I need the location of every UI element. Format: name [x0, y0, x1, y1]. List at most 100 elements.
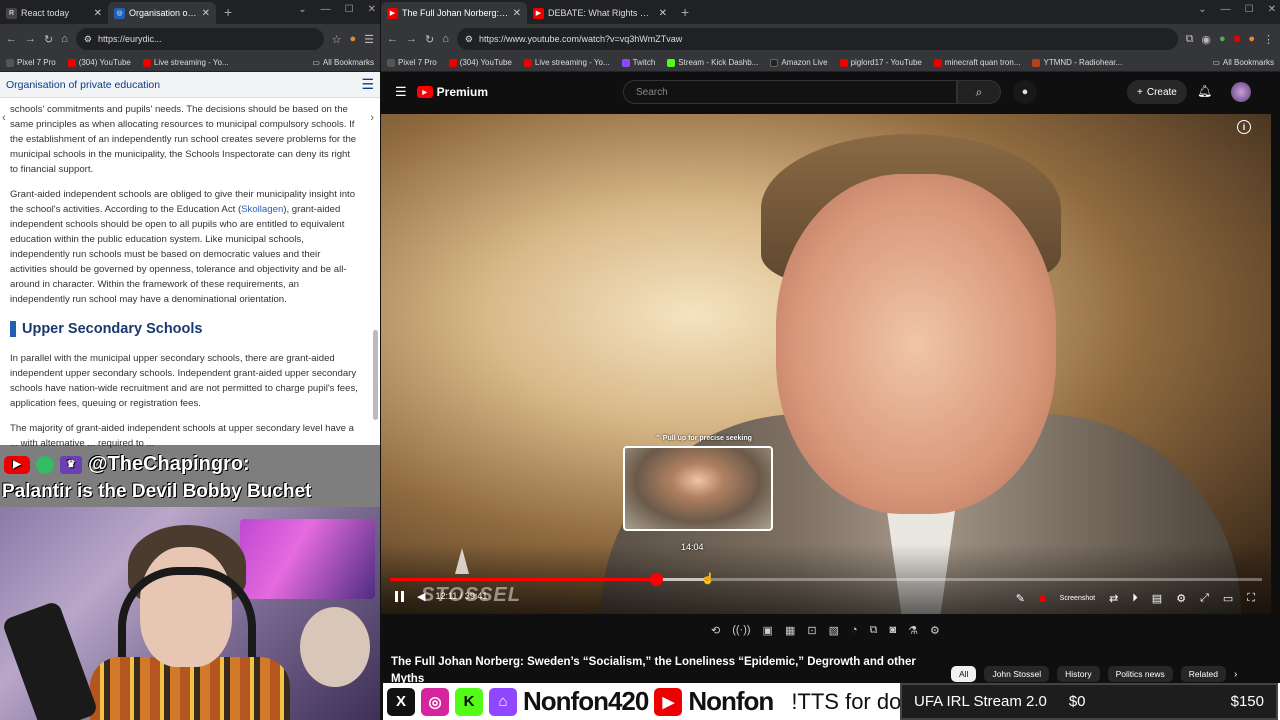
fullscreen-icon[interactable]: ⛶	[1247, 592, 1255, 605]
forward-icon[interactable]: →	[406, 33, 417, 45]
close-tab-icon[interactable]: ✕	[202, 8, 210, 19]
page-scrollbar[interactable]	[373, 330, 378, 420]
forward-icon[interactable]: →	[25, 33, 36, 45]
bookmark-item[interactable]: Stream - Kick Dashb...	[667, 58, 758, 67]
bookmark-item[interactable]: Live streaming - Yo...	[142, 58, 229, 67]
menu-icon[interactable]: ☰	[364, 33, 374, 46]
close-tab-icon[interactable]: ✕	[513, 8, 521, 19]
search-button[interactable]: ⌕	[957, 80, 1001, 104]
subtitles-icon[interactable]: ▤	[1152, 592, 1162, 605]
back-icon[interactable]: ←	[6, 33, 17, 45]
bookmark-item[interactable]: minecraft quan tron...	[933, 58, 1020, 67]
close-window-icon[interactable]: ✕	[1268, 4, 1276, 15]
chip-all[interactable]: All	[951, 666, 977, 682]
site-info-icon[interactable]: ⚙	[465, 34, 473, 45]
pause-icon[interactable]	[391, 588, 407, 604]
screenshot-icon[interactable]: ■	[1039, 593, 1046, 605]
avatar[interactable]	[1231, 82, 1251, 102]
autoplay-toggle-icon[interactable]: ⏵	[1132, 592, 1138, 605]
extension-icon[interactable]: ◉	[1201, 33, 1211, 46]
bookmark-item[interactable]: (304) YouTube	[67, 58, 131, 67]
tab-organisation[interactable]: ◎ Organisation of pr ✕	[108, 2, 216, 24]
reload-icon[interactable]: ↻	[44, 33, 53, 46]
chip-history[interactable]: History	[1057, 666, 1100, 682]
chevron-left-icon[interactable]: ‹	[2, 112, 6, 124]
speed-icon[interactable]: ◔	[851, 624, 858, 637]
tab-search-icon[interactable]: ⌄	[298, 4, 306, 15]
create-button[interactable]: + Create	[1127, 80, 1187, 104]
progress-bar[interactable]	[390, 573, 1262, 586]
bookmark-item[interactable]: piglord17 - YouTube	[839, 58, 922, 67]
close-window-icon[interactable]: ✕	[368, 4, 376, 15]
menu-icon[interactable]: ⋮	[1263, 33, 1274, 46]
bookmark-item[interactable]: Twitch	[621, 58, 655, 67]
chip-related[interactable]: Related	[1180, 666, 1227, 682]
chevron-right-icon[interactable]: ›	[370, 112, 374, 124]
extension-icon[interactable]: ■	[1234, 33, 1241, 45]
voice-search-button[interactable]: ●	[1013, 80, 1037, 104]
tab-johan-norberg[interactable]: ▶ The Full Johan Norberg: Sw ✕	[381, 2, 527, 24]
bookmark-item[interactable]: Live streaming - Yo...	[523, 58, 610, 67]
all-bookmarks[interactable]: ▭ All Bookmarks	[1212, 58, 1274, 67]
settings-gear-icon[interactable]: ⚙	[930, 624, 940, 637]
search-input[interactable]: Search	[623, 80, 957, 104]
bookmark-item[interactable]: YTMND - Radiohear...	[1032, 58, 1122, 67]
cast-icon[interactable]: ⧉	[1186, 33, 1194, 46]
profile-icon[interactable]: ●	[1248, 33, 1255, 45]
tab-search-icon[interactable]: ⌄	[1198, 4, 1206, 15]
home-icon[interactable]: ⌂	[442, 33, 449, 45]
scrubber-handle[interactable]	[649, 573, 663, 586]
home-icon[interactable]: ⌂	[61, 33, 68, 45]
left-address-bar[interactable]: ⚙ https://eurydic...	[75, 28, 324, 50]
pen-icon[interactable]: ✎	[1016, 592, 1025, 605]
frame-icon[interactable]: ▧	[829, 624, 839, 637]
miniplayer-icon[interactable]: ⤢	[1200, 592, 1209, 605]
yt-menu-icon[interactable]: ☰	[395, 84, 407, 100]
notifications-bell-icon[interactable]: 🔔︎	[1197, 84, 1212, 98]
maximize-icon[interactable]: ☐	[345, 4, 354, 15]
bookmark-star-icon[interactable]: ☆	[332, 33, 342, 46]
youtube-favicon-icon: ▶	[533, 7, 544, 19]
tab-react-today[interactable]: R React today ✕	[0, 2, 108, 24]
video-player[interactable]: i ⌃ Pull up for precise seeking 14:04 ☝ …	[381, 114, 1271, 614]
bookmark-item[interactable]: (304) YouTube	[448, 58, 512, 67]
audio-icon[interactable]: ((·))	[732, 624, 750, 637]
bookmark-item[interactable]: Pixel 7 Pro	[387, 58, 437, 67]
back-icon[interactable]: ←	[387, 33, 398, 45]
close-tab-icon[interactable]: ✕	[94, 8, 102, 19]
minimize-icon[interactable]: —	[1221, 4, 1231, 15]
volume-icon[interactable]: ◀	[417, 590, 425, 603]
minimize-icon[interactable]: —	[321, 4, 331, 15]
site-info-icon[interactable]: ⚙	[84, 34, 92, 45]
all-bookmarks[interactable]: ▭ All Bookmarks	[312, 58, 374, 67]
flask-icon[interactable]: ⚗	[908, 624, 918, 637]
info-icon[interactable]: i	[1237, 120, 1251, 134]
repeat-icon[interactable]: ⟲	[711, 624, 720, 637]
profile-icon[interactable]: ●	[349, 33, 356, 45]
chip-politics-news[interactable]: Politics news	[1107, 666, 1173, 682]
bookmark-item[interactable]: Pixel 7 Pro	[6, 58, 56, 67]
new-tab-icon[interactable]: +	[673, 4, 697, 24]
hamburger-menu-icon[interactable]: ☰	[361, 76, 374, 93]
crop-icon[interactable]: ⊡	[807, 624, 816, 637]
skollagen-link[interactable]: Skollagen	[241, 204, 283, 215]
new-tab-icon[interactable]: +	[216, 4, 240, 24]
youtube-logo[interactable]: ▶ Premium	[416, 85, 488, 99]
chevron-right-icon[interactable]: ›	[1234, 669, 1237, 680]
maximize-icon[interactable]: ☐	[1245, 4, 1254, 15]
settings-gear-icon[interactable]: ⚙	[1176, 592, 1186, 605]
theater-mode-icon[interactable]: ▭	[1223, 592, 1233, 605]
camera-icon[interactable]: ◙	[890, 624, 897, 637]
loop-icon[interactable]: ⇄	[1109, 592, 1118, 605]
video-icon[interactable]: ▣	[763, 624, 773, 637]
extension-icon[interactable]: ●	[1219, 33, 1226, 45]
right-address-bar[interactable]: ⚙ https://www.youtube.com/watch?v=vq3hWm…	[456, 28, 1178, 50]
search-icon: ⌕	[975, 84, 983, 99]
chip-john-stossel[interactable]: John Stossel	[984, 666, 1050, 682]
pip-icon[interactable]: ⧉	[870, 624, 878, 637]
tab-debate[interactable]: ▶ DEBATE: What Rights Do We H ✕	[527, 2, 673, 24]
bookmark-item[interactable]: Amazon Live	[770, 58, 828, 67]
reload-icon[interactable]: ↻	[425, 33, 434, 46]
clapper-icon[interactable]: ▦	[785, 624, 795, 637]
close-tab-icon[interactable]: ✕	[659, 8, 667, 19]
